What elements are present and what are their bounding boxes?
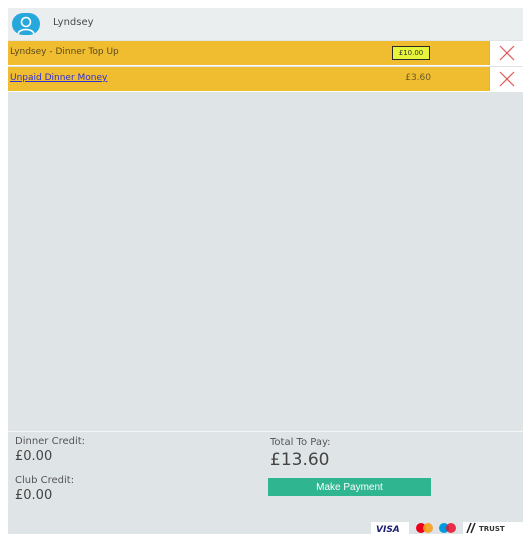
dinner-credit-value: £0.00 xyxy=(15,449,53,464)
top-up-amount-field[interactable]: £10.00 xyxy=(392,46,430,60)
remove-item-button[interactable] xyxy=(489,67,523,91)
trust-logo-text: TRUST xyxy=(479,525,505,533)
close-icon xyxy=(499,45,515,61)
basket-item-unpaid-dinner-money: Unpaid Dinner Money £3.60 xyxy=(8,67,523,92)
total-to-pay-value: £13.60 xyxy=(270,450,330,470)
item-label: Lyndsey - Dinner Top Up xyxy=(10,47,119,57)
unpaid-dinner-money-link[interactable]: Unpaid Dinner Money xyxy=(10,73,107,83)
total-to-pay-label: Total To Pay: xyxy=(270,437,331,448)
user-header: Lyndsey xyxy=(8,8,523,40)
basket-panel: Lyndsey Lyndsey - Dinner Top Up £10.00 U… xyxy=(8,8,523,534)
payment-card-logos: VISA TRUST xyxy=(371,522,523,534)
make-payment-button[interactable]: Make Payment xyxy=(268,478,431,496)
item-amount: £3.60 xyxy=(405,73,431,83)
maestro-logo-icon xyxy=(439,523,456,533)
club-credit-label: Club Credit: xyxy=(15,475,75,486)
club-credit-value: £0.00 xyxy=(15,488,53,503)
visa-logo-icon: VISA xyxy=(371,522,409,534)
mastercard-logo-icon xyxy=(416,523,433,533)
close-icon xyxy=(499,71,515,87)
user-name: Lyndsey xyxy=(53,17,94,28)
visa-logo-text: VISA xyxy=(376,525,400,534)
basket-item-dinner-top-up: Lyndsey - Dinner Top Up £10.00 xyxy=(8,41,523,66)
remove-item-button[interactable] xyxy=(489,41,523,65)
user-avatar-icon[interactable] xyxy=(12,13,40,35)
dinner-credit-label: Dinner Credit: xyxy=(15,436,86,447)
footer-divider xyxy=(8,431,523,432)
trustwave-logo-icon: TRUST xyxy=(463,522,523,534)
